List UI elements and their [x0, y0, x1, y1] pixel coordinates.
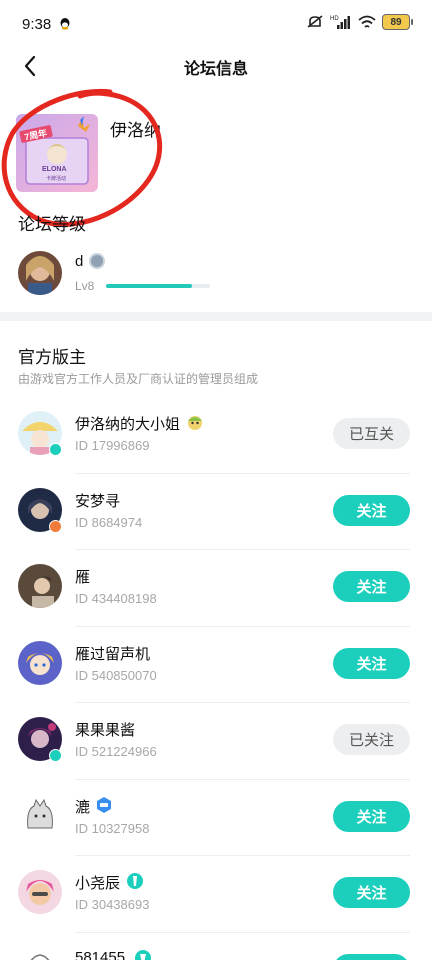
status-time: 9:38 [22, 16, 52, 33]
svg-text:卡牌活动: 卡牌活动 [46, 175, 66, 182]
cellular-signal-icon: HD [330, 16, 350, 29]
user-avatar-art [18, 251, 62, 295]
moderator-name: 雁 [75, 569, 91, 586]
list-item[interactable]: 漉 ID 10327958 关注 [0, 778, 432, 856]
level-badge-icon [127, 873, 143, 889]
moderator-name: 果果果酱 [75, 722, 136, 739]
follow-button[interactable]: 关注 [333, 571, 410, 602]
moderator-badge-icon [97, 796, 111, 813]
forum-name: 伊洛纳 [110, 121, 161, 140]
avatar-art [18, 564, 62, 608]
list-item[interactable]: 果果果酱 ID 521224966 已关注 [0, 702, 432, 779]
moderator-id: ID 540850070 [75, 667, 157, 683]
moderator-name: 小尧辰 [75, 875, 121, 892]
followed-button[interactable]: 已关注 [333, 724, 410, 755]
mutual-follow-button[interactable]: 已互关 [333, 418, 410, 449]
follow-button[interactable]: 关注 [333, 953, 410, 960]
mute-icon [307, 15, 323, 28]
list-item[interactable]: 雁过留声机 ID 540850070 关注 [0, 625, 432, 703]
moderator-id: ID 8684974 [75, 514, 143, 530]
avatar-art [18, 870, 62, 914]
follow-button[interactable]: 关注 [333, 647, 410, 679]
level-badge-icon [135, 949, 151, 960]
avatar-art [18, 793, 62, 838]
list-item[interactable]: 雁 ID 434408198 关注 [0, 549, 432, 626]
forum-cover-art: 7周年 ELONA 卡牌活动 [16, 114, 98, 192]
moderator-id: ID 30438693 [75, 897, 150, 912]
forum-level-title: 论坛等级 [18, 215, 86, 234]
avatar[interactable] [18, 251, 62, 295]
verified-icon [49, 443, 62, 456]
user-level: Lv8 [75, 279, 95, 293]
my-level-row[interactable]: d Lv8 [0, 248, 432, 304]
level-progress-bar [106, 284, 210, 288]
moderator-name: 581455 [75, 948, 126, 960]
status-icons: HD 89 [306, 14, 413, 30]
list-item[interactable]: 安梦寻 ID 8684974 关注 [0, 472, 432, 550]
list-item[interactable]: 小尧辰 ID 30438693 关注 [0, 855, 432, 932]
avatar[interactable] [18, 564, 62, 608]
moderator-list: 伊洛纳的大小姐 ID 17996869 已互关 安梦寻 ID 8684974 关… [0, 396, 432, 960]
moderators-subtitle: 由游戏官方工作人员及厂商认证的管理员组成 [18, 372, 259, 386]
battery-level: 89 [390, 16, 402, 28]
svg-text:ELONA: ELONA [42, 166, 67, 173]
follow-button[interactable]: 关注 [333, 877, 410, 908]
user-badge-icon [89, 253, 105, 269]
moderator-id: ID 10327958 [75, 820, 150, 836]
svg-text:HD: HD [330, 16, 339, 22]
verified-icon [49, 519, 62, 533]
follow-button[interactable]: 关注 [333, 494, 410, 526]
avatar-art [18, 640, 62, 685]
moderator-name: 漉 [75, 798, 91, 816]
forum-header: 7周年 ELONA 卡牌活动 伊洛纳 [0, 100, 432, 210]
list-item[interactable]: 伊洛纳的大小姐 ID 17996869 已互关 [0, 396, 432, 473]
moderator-id: ID 521224966 [75, 744, 157, 759]
cute-emoji-icon [188, 416, 202, 430]
moderator-name: 伊洛纳的大小姐 [75, 416, 181, 433]
moderator-id: ID 17996869 [75, 438, 150, 453]
avatar[interactable] [18, 793, 62, 838]
nav-bar: 论坛信息 [0, 48, 432, 84]
follow-button[interactable]: 关注 [333, 800, 410, 832]
list-item[interactable]: 581455 关注 [0, 931, 432, 960]
wifi-icon [358, 15, 376, 28]
moderator-name: 安梦寻 [75, 492, 121, 510]
avatar[interactable] [18, 870, 62, 914]
avatar[interactable] [18, 946, 62, 960]
section-divider [0, 312, 432, 321]
moderator-name: 雁过留声机 [75, 645, 151, 663]
qq-notification-icon [60, 18, 70, 30]
moderator-id: ID 434408198 [75, 591, 157, 606]
status-bar: 9:38 HD 89 [0, 0, 432, 48]
forum-cover-image[interactable]: 7周年 ELONA 卡牌活动 [16, 114, 98, 192]
page-title: 论坛信息 [183, 61, 248, 78]
verified-icon [49, 749, 62, 762]
level-progress-fill [106, 284, 193, 288]
user-name: d [75, 253, 84, 270]
avatar[interactable] [18, 640, 62, 685]
battery-indicator: 89 [382, 14, 413, 30]
moderators-title: 官方版主 [18, 348, 86, 367]
avatar-art [18, 946, 62, 960]
